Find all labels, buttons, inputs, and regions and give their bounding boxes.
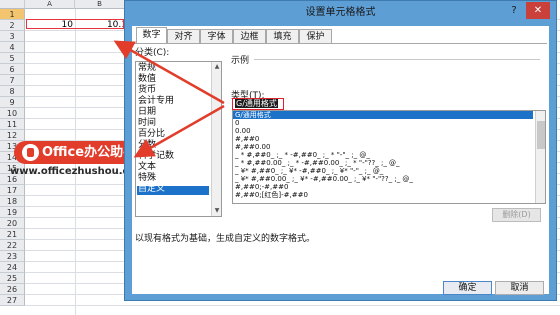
row-header[interactable]: 11 bbox=[0, 119, 25, 130]
category-item[interactable]: 常规 bbox=[138, 64, 156, 73]
row-header[interactable]: 1 bbox=[0, 9, 25, 20]
format-description: 以现有格式为基础，生成自定义的数字格式。 bbox=[135, 234, 316, 244]
dialog-body: 数字 对齐 字体 边框 填充 保护 分类(C): 常规数值货币会计专用日期时间百… bbox=[132, 26, 549, 295]
format-scroll-thumb[interactable] bbox=[537, 121, 545, 149]
row-header[interactable]: 26 bbox=[0, 284, 25, 295]
office-logo-icon bbox=[22, 144, 39, 161]
category-item[interactable]: 时间 bbox=[138, 119, 156, 128]
row-header[interactable]: 12 bbox=[0, 130, 25, 141]
select-all-corner[interactable] bbox=[0, 0, 25, 9]
format-item[interactable]: G/通用格式 bbox=[235, 111, 271, 119]
tab-divider bbox=[134, 43, 547, 44]
sample-divider bbox=[254, 59, 540, 60]
row-header[interactable]: 23 bbox=[0, 251, 25, 262]
row-header[interactable]: 20 bbox=[0, 218, 25, 229]
category-label: 分类(C): bbox=[135, 48, 170, 58]
tab-number[interactable]: 数字 bbox=[136, 27, 167, 44]
row-header[interactable]: 10 bbox=[0, 108, 25, 119]
category-item[interactable]: 科学记数 bbox=[138, 152, 174, 161]
column-header-b[interactable]: B bbox=[75, 0, 125, 9]
row-header[interactable]: 6 bbox=[0, 64, 25, 75]
category-scrollbar[interactable]: ▲ ▼ bbox=[211, 62, 221, 216]
scroll-down-icon[interactable]: ▼ bbox=[213, 207, 221, 215]
category-item[interactable]: 自定义 bbox=[138, 185, 165, 194]
format-item[interactable]: #,##0;-#,##0 bbox=[235, 183, 288, 191]
category-item[interactable]: 数值 bbox=[138, 75, 156, 84]
tab-border[interactable]: 边框 bbox=[233, 29, 266, 43]
format-item[interactable]: #,##0.00 bbox=[235, 143, 270, 151]
format-item[interactable]: #,##0;[红色]-#,##0 bbox=[235, 191, 308, 199]
row-header[interactable]: 27 bbox=[0, 295, 25, 306]
close-button[interactable]: ✕ bbox=[526, 2, 550, 19]
tab-protection[interactable]: 保护 bbox=[299, 29, 332, 43]
cancel-button[interactable]: 取消 bbox=[495, 281, 544, 295]
format-selection-highlight bbox=[233, 111, 533, 119]
selection-highlight bbox=[26, 19, 124, 29]
category-list[interactable]: 常规数值货币会计专用日期时间百分比分数科学记数文本特殊自定义 ▲ ▼ bbox=[135, 61, 222, 217]
row-header[interactable]: 5 bbox=[0, 53, 25, 64]
format-item[interactable]: 0 bbox=[235, 119, 239, 127]
delete-button[interactable]: 删除(D) bbox=[492, 208, 541, 222]
watermark-title: Office办公助手 bbox=[42, 145, 137, 160]
dialog-title: 设置单元格格式 bbox=[305, 7, 376, 18]
scroll-up-icon[interactable]: ▲ bbox=[213, 63, 221, 71]
format-item[interactable]: #,##0 bbox=[235, 135, 259, 143]
format-list[interactable]: G/通用格式 0 0.00 #,##0 #,##0.00 _ * #,##0_ ;_ * … bbox=[232, 110, 546, 204]
format-scrollbar[interactable] bbox=[535, 111, 545, 203]
category-item[interactable]: 货币 bbox=[138, 86, 156, 95]
row-header[interactable]: 7 bbox=[0, 75, 25, 86]
row-header[interactable]: 4 bbox=[0, 42, 25, 53]
category-item[interactable]: 百分比 bbox=[138, 130, 165, 139]
category-item[interactable]: 特殊 bbox=[138, 174, 156, 183]
row-header[interactable]: 21 bbox=[0, 229, 25, 240]
row-header[interactable]: 17 bbox=[0, 185, 25, 196]
tab-alignment[interactable]: 对齐 bbox=[167, 29, 200, 43]
row-header[interactable]: 25 bbox=[0, 273, 25, 284]
ok-button[interactable]: 确定 bbox=[443, 281, 492, 295]
row-header[interactable]: 19 bbox=[0, 207, 25, 218]
format-cells-dialog: 设置单元格格式 ? ✕ 数字 对齐 字体 边框 填充 保护 分类(C): 常规数… bbox=[124, 0, 557, 301]
category-item[interactable]: 文本 bbox=[138, 163, 156, 172]
type-input[interactable]: G/通用格式 bbox=[232, 98, 284, 110]
tab-font[interactable]: 字体 bbox=[200, 29, 233, 43]
format-item[interactable]: 0.00 bbox=[235, 127, 251, 135]
help-button[interactable]: ? bbox=[506, 4, 522, 18]
row-header[interactable]: 8 bbox=[0, 86, 25, 97]
category-item[interactable]: 日期 bbox=[138, 108, 156, 117]
row-header[interactable]: 3 bbox=[0, 31, 25, 42]
category-item[interactable]: 分数 bbox=[138, 141, 156, 150]
format-item[interactable]: _ * #,##0.00_ ;_ * -#,##0.00_ ;_ * "-"??… bbox=[235, 159, 400, 167]
tab-fill[interactable]: 填充 bbox=[266, 29, 299, 43]
row-header[interactable]: 24 bbox=[0, 262, 25, 273]
sample-label: 示例 bbox=[231, 56, 250, 66]
row-header[interactable]: 22 bbox=[0, 240, 25, 251]
row-header[interactable]: 9 bbox=[0, 97, 25, 108]
format-item[interactable]: _ * #,##0_ ;_ * -#,##0_ ;_ * "-"_ ;_ @_ bbox=[235, 151, 370, 159]
category-item[interactable]: 会计专用 bbox=[138, 97, 174, 106]
row-header[interactable]: 2 bbox=[0, 20, 25, 31]
row-header[interactable]: 18 bbox=[0, 196, 25, 207]
type-input-value: G/通用格式 bbox=[235, 99, 278, 108]
column-header-a[interactable]: A bbox=[25, 0, 75, 9]
format-item[interactable]: _ ¥* #,##0_ ;_ ¥* -#,##0_ ;_ ¥* "-"_ ;_ … bbox=[235, 167, 383, 175]
format-item[interactable]: _ ¥* #,##0.00_ ;_ ¥* -#,##0.00_ ;_ ¥* "-… bbox=[235, 175, 413, 183]
